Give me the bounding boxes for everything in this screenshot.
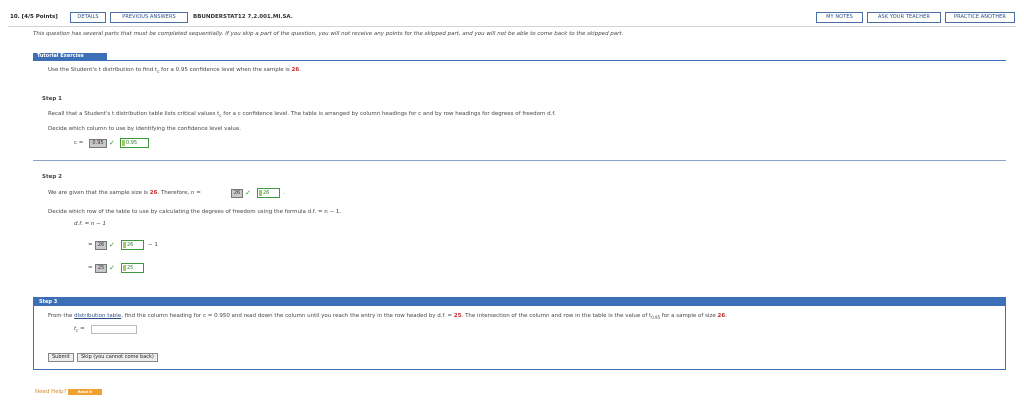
n-correct-answer: 26 xyxy=(257,188,280,198)
eq-sign: = xyxy=(88,242,93,248)
step2-line1-b: . Therefore, n = xyxy=(157,190,201,196)
step2-line1-end: . xyxy=(283,190,285,196)
tutorial-prompt: Use the Student's t distribution to find… xyxy=(48,67,301,74)
step1-line1-b: for a c confidence level. The table is a… xyxy=(221,111,556,117)
tc-eq: = xyxy=(78,326,85,332)
step2-line1-a: We are given that the sample size is xyxy=(48,190,150,196)
need-help-label: Need Help? xyxy=(35,389,67,395)
step3-text-e: . xyxy=(725,313,727,319)
df-formula: d.f. = n − 1 xyxy=(74,221,107,227)
check-icon: ✓ xyxy=(245,189,251,197)
check-icon: ✓ xyxy=(109,139,115,147)
question-header: 10. [4/5 Points] DETAILS PREVIOUS ANSWER… xyxy=(8,11,1016,25)
step2-line2: Decide which row of the table to use by … xyxy=(48,209,342,215)
c-correct-answer: 0.95 xyxy=(120,138,149,148)
previous-answers-button[interactable]: PREVIOUS ANSWERS xyxy=(110,12,188,23)
n-correct-answer-2: 26 xyxy=(121,240,144,250)
df-entered-answer: 25 xyxy=(95,264,107,273)
tutorial-header: Tutorial Exercise xyxy=(33,53,1006,61)
submit-button[interactable]: Submit xyxy=(48,353,74,362)
step1-line2: Decide which column to use by identifyin… xyxy=(48,126,241,132)
details-button[interactable]: DETAILS xyxy=(70,12,106,23)
n-entered-answer: 26 xyxy=(231,189,243,198)
step3-instructions: From the distribution table, find the co… xyxy=(48,313,727,320)
prompt-mid: for a 0.95 confidence level when the sam… xyxy=(159,67,292,73)
eq-sign-2: = xyxy=(88,265,93,271)
c-entered-answer: 0.95 xyxy=(89,139,107,148)
step3-panel: Step 3 From the distribution table, find… xyxy=(33,297,1006,370)
step1-line1-a: Recall that a Student's t distribution t… xyxy=(48,111,220,117)
step1-title: Step 1 xyxy=(42,96,62,102)
question-id: BBUNDERSTAT12 7.2.001.MI.SA. xyxy=(193,14,293,20)
tutorial-line xyxy=(33,60,1006,61)
step3-title: Step 3 xyxy=(39,299,58,305)
n-entered-answer-2: 26 xyxy=(95,241,107,250)
step3-text-c: . The intersection of the column and row… xyxy=(461,313,652,319)
df-correct-answer: 25 xyxy=(121,263,144,273)
step3-text-b: , find the column heading for c = 0.950 … xyxy=(121,313,454,319)
header-divider xyxy=(8,26,1016,27)
step3-t-sub: 0.95 xyxy=(651,315,661,321)
my-notes-button[interactable]: MY NOTES xyxy=(816,12,863,23)
check-icon: ✓ xyxy=(109,241,115,249)
check-icon: ✓ xyxy=(109,264,115,272)
tutorial-label: Tutorial Exercise xyxy=(33,53,107,60)
minus-one: − 1 xyxy=(148,242,158,248)
question-number: 10. [4/5 Points] xyxy=(10,14,58,20)
prompt-text: Use the Student's t distribution to find… xyxy=(48,67,158,73)
ask-teacher-button[interactable]: ASK YOUR TEACHER xyxy=(867,12,941,23)
sequential-notice: This question has several parts that mus… xyxy=(33,31,624,37)
practice-another-button[interactable]: PRACTICE ANOTHER xyxy=(945,12,1015,23)
step-divider xyxy=(33,160,1006,161)
step3-sample: 26 xyxy=(717,313,726,319)
step1-line1: Recall that a Student's t distribution t… xyxy=(48,111,556,118)
step3-df: 25 xyxy=(453,313,462,319)
tc-label: tc = xyxy=(74,326,85,333)
step3-text-d: for a sample of size xyxy=(660,313,718,319)
step2-title: Step 2 xyxy=(42,174,62,180)
step3-header: Step 3 xyxy=(34,298,1005,306)
step2-line1: We are given that the sample size is 26.… xyxy=(48,190,201,196)
prompt-end: . xyxy=(299,67,301,73)
distribution-table-link[interactable]: distribution table xyxy=(74,313,121,319)
skip-button[interactable]: Skip (you cannot come back) xyxy=(77,353,158,362)
step3-text-a: From the xyxy=(48,313,75,319)
read-it-button[interactable]: Read It xyxy=(68,389,102,395)
tc-answer-input[interactable] xyxy=(91,325,137,334)
c-label: c = xyxy=(74,140,84,146)
